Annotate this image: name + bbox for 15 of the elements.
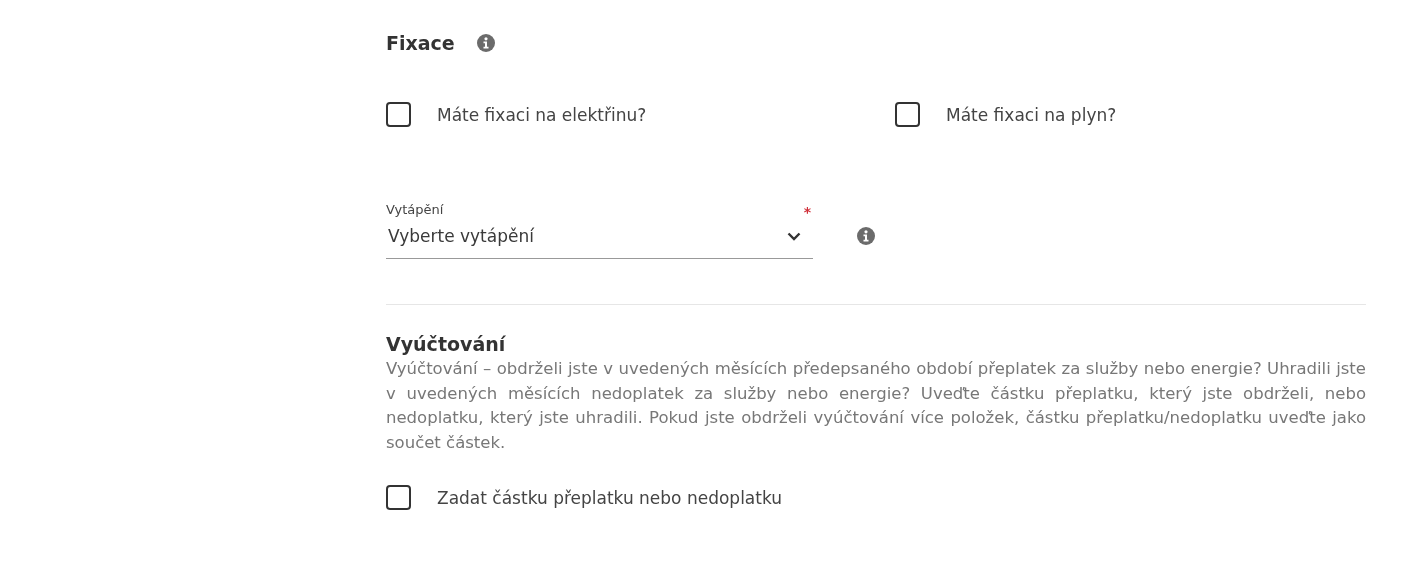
info-icon[interactable] [857, 227, 875, 245]
checkbox-label: Zadat částku přeplatku nebo nedoplatku [437, 487, 783, 508]
description-text: Vyúčtování – obdrželi jste v uvedených měsících předepsaného období přeplatek za služby nebo energie? Uhradili jste v uvedených měsících nedoplatek za služby nebo energie? Uveďte částku přeplatku, který jste obdrželi, nebo nedoplatku, který jste uhradili. Pokud jste obdrželi vyúčtování více položek, částku přeplatku/nedoplatku uveďte jako součet částek. [386, 358, 1366, 454]
checkbox-label: Máte fixaci na plyn? [946, 104, 1117, 125]
required-mark: * [803, 204, 811, 220]
chevron-down-icon [787, 231, 801, 241]
field-label: Vytápění [386, 202, 444, 217]
checkbox[interactable] [386, 102, 411, 127]
section-title: Vyúčtování [386, 333, 507, 355]
checkbox[interactable] [895, 102, 920, 127]
section-title: Fixace [386, 32, 455, 54]
info-icon[interactable] [476, 34, 495, 52]
heating-select[interactable]: Vyberte vytápění [386, 220, 813, 259]
checkbox-label: Máte fixaci na elektřinu? [437, 104, 647, 125]
checkbox[interactable] [386, 485, 411, 510]
